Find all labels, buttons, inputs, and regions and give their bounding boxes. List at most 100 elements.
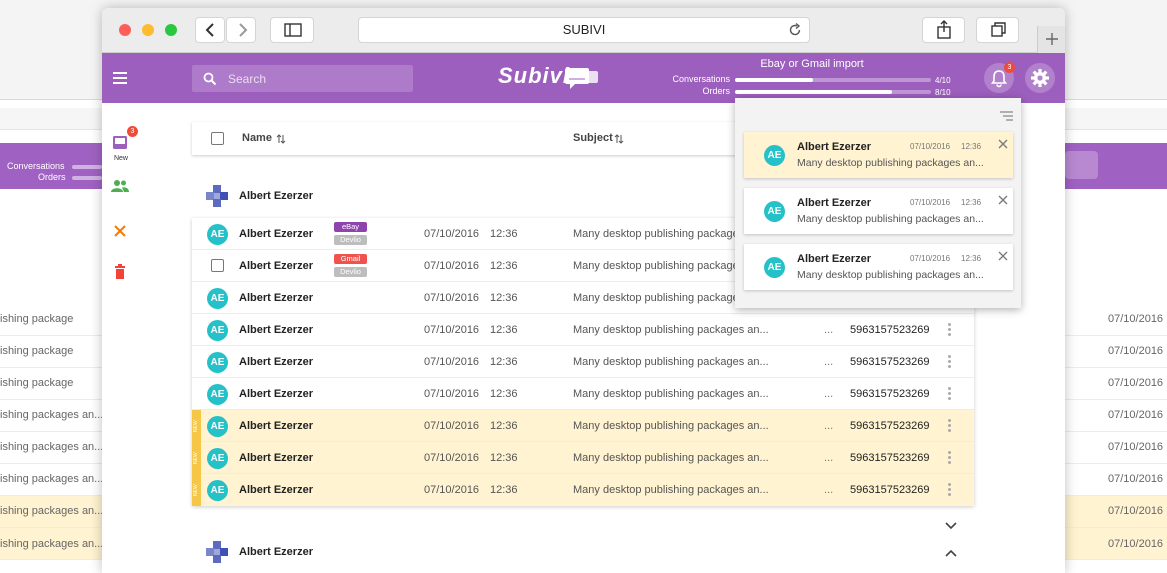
tabs-overview-button[interactable] <box>976 17 1019 43</box>
row-time: 12:36 <box>490 452 518 464</box>
share-icon <box>937 20 951 39</box>
row-order-number: 5963157523269 <box>850 388 930 400</box>
notification-item[interactable]: AE Albert Ezerzer 07/10/2016 12:36 Many … <box>744 132 1013 178</box>
bg-progress-bar <box>72 176 102 180</box>
minimize-window-button[interactable] <box>142 24 154 36</box>
row-sender: Albert Ezerzer <box>239 420 313 432</box>
new-tab-button[interactable] <box>1037 26 1065 53</box>
bg-row-text: ishing packages an... <box>0 409 102 421</box>
clear-all-icon[interactable] <box>1000 111 1014 121</box>
more-options-icon[interactable] <box>947 449 951 467</box>
trash-icon[interactable] <box>114 264 126 279</box>
row-checkbox[interactable] <box>211 259 224 272</box>
chevron-down-icon[interactable] <box>945 521 957 531</box>
sidebar-item-inbox[interactable]: 3 <box>112 126 138 156</box>
table-row[interactable]: NEW AE Albert Ezerzer 07/10/2016 12:36 M… <box>192 410 974 442</box>
table-row[interactable]: NEW AE Albert Ezerzer 07/10/2016 12:36 M… <box>192 474 974 506</box>
notification-date: 07/10/2016 <box>910 254 951 263</box>
sort-icon[interactable] <box>614 134 624 144</box>
row-subject: Many desktop publishing packages an... <box>573 452 769 464</box>
chevron-up-icon[interactable] <box>945 548 957 558</box>
more-options-icon[interactable] <box>947 481 951 499</box>
row-sender: Albert Ezerzer <box>239 452 313 464</box>
bg-row-date: 07/10/2016 <box>1108 505 1164 517</box>
select-all-checkbox[interactable] <box>211 132 224 145</box>
row-date: 07/10/2016 <box>424 356 480 368</box>
row-date: 07/10/2016 <box>424 324 480 336</box>
inbox-label: New <box>113 155 128 162</box>
group-name[interactable]: Albert Ezerzer <box>239 546 313 558</box>
row-date: 07/10/2016 <box>424 228 480 240</box>
inbox-badge: 3 <box>127 126 138 137</box>
close-window-button[interactable] <box>119 24 131 36</box>
close-icon[interactable] <box>998 195 1008 205</box>
table-row[interactable]: AE Albert Ezerzer 07/10/2016 12:36 Many … <box>192 314 974 346</box>
devlio-tag: Devlio <box>334 267 367 277</box>
share-button[interactable] <box>922 17 965 43</box>
row-subject: Many desktop publishing packages an... <box>573 356 769 368</box>
row-time: 12:36 <box>490 324 518 336</box>
conversations-progress-fill <box>735 78 814 82</box>
notification-sender: Albert Ezerzer <box>797 141 871 153</box>
bg-row-text: ishing package <box>0 313 74 325</box>
row-ellipsis: ... <box>824 356 834 368</box>
notification-item[interactable]: AE Albert Ezerzer 07/10/2016 12:36 Many … <box>744 188 1013 234</box>
notifications-button[interactable]: 3 <box>984 62 1015 93</box>
notification-time: 12:36 <box>961 142 982 151</box>
back-button[interactable] <box>195 17 225 43</box>
row-time: 12:36 <box>490 260 518 272</box>
close-icon[interactable] <box>998 139 1008 149</box>
bg-row-date: 07/10/2016 <box>1108 538 1164 550</box>
hamburger-menu-icon[interactable] <box>111 70 129 86</box>
name-column-header[interactable]: Name <box>242 132 272 144</box>
avatar: AE <box>207 352 228 373</box>
sidebar-toggle-button[interactable] <box>270 17 314 43</box>
bg-row-date: 07/10/2016 <box>1108 473 1164 485</box>
search-box[interactable] <box>192 65 413 92</box>
table-row[interactable]: AE Albert Ezerzer 07/10/2016 12:36 Many … <box>192 346 974 378</box>
avatar: AE <box>207 416 228 437</box>
bg-progress-bar <box>72 165 102 169</box>
notification-item[interactable]: AE Albert Ezerzer 07/10/2016 12:36 Many … <box>744 244 1013 290</box>
table-row[interactable]: AE Albert Ezerzer 07/10/2016 12:36 Many … <box>192 378 974 410</box>
tabs-icon <box>991 22 1006 37</box>
inbox-icon <box>113 136 127 149</box>
contacts-icon[interactable] <box>111 179 129 193</box>
close-icon[interactable] <box>113 224 127 238</box>
forward-button[interactable] <box>226 17 256 43</box>
row-date: 07/10/2016 <box>424 292 480 304</box>
row-time: 12:36 <box>490 292 518 304</box>
search-input[interactable] <box>228 65 408 92</box>
table-row[interactable]: NEW AE Albert Ezerzer 07/10/2016 12:36 M… <box>192 442 974 474</box>
avatar: AE <box>207 384 228 405</box>
avatar: AE <box>207 448 228 469</box>
notification-time: 12:36 <box>961 254 982 263</box>
avatar: AE <box>764 201 785 222</box>
chevron-left-icon <box>205 23 214 37</box>
row-order-number: 5963157523269 <box>850 452 930 464</box>
sidebar-icon <box>284 23 302 37</box>
new-label: NEW <box>192 442 201 474</box>
more-options-icon[interactable] <box>947 321 951 339</box>
bg-row-text: ishing package <box>0 345 74 357</box>
address-bar[interactable]: SUBIVI <box>358 17 810 43</box>
notification-time: 12:36 <box>961 198 982 207</box>
subject-column-header[interactable]: Subject <box>573 132 613 144</box>
more-options-icon[interactable] <box>947 385 951 403</box>
sort-icon[interactable] <box>276 134 286 144</box>
row-ellipsis: ... <box>824 420 834 432</box>
close-icon[interactable] <box>998 251 1008 261</box>
more-options-icon[interactable] <box>947 417 951 435</box>
settings-button[interactable] <box>1025 63 1055 93</box>
notification-sender: Albert Ezerzer <box>797 197 871 209</box>
group-name[interactable]: Albert Ezerzer <box>239 190 313 202</box>
row-subject: Many desktop publishing package <box>573 228 739 240</box>
row-subject: Many desktop publishing packages an... <box>573 324 769 336</box>
maximize-window-button[interactable] <box>165 24 177 36</box>
reload-icon[interactable] <box>787 22 803 38</box>
browser-titlebar: SUBIVI <box>102 8 1065 53</box>
more-options-icon[interactable] <box>947 353 951 371</box>
row-subject: Many desktop publishing package <box>573 260 739 272</box>
row-sender: Albert Ezerzer <box>239 484 313 496</box>
new-label: NEW <box>192 474 201 506</box>
